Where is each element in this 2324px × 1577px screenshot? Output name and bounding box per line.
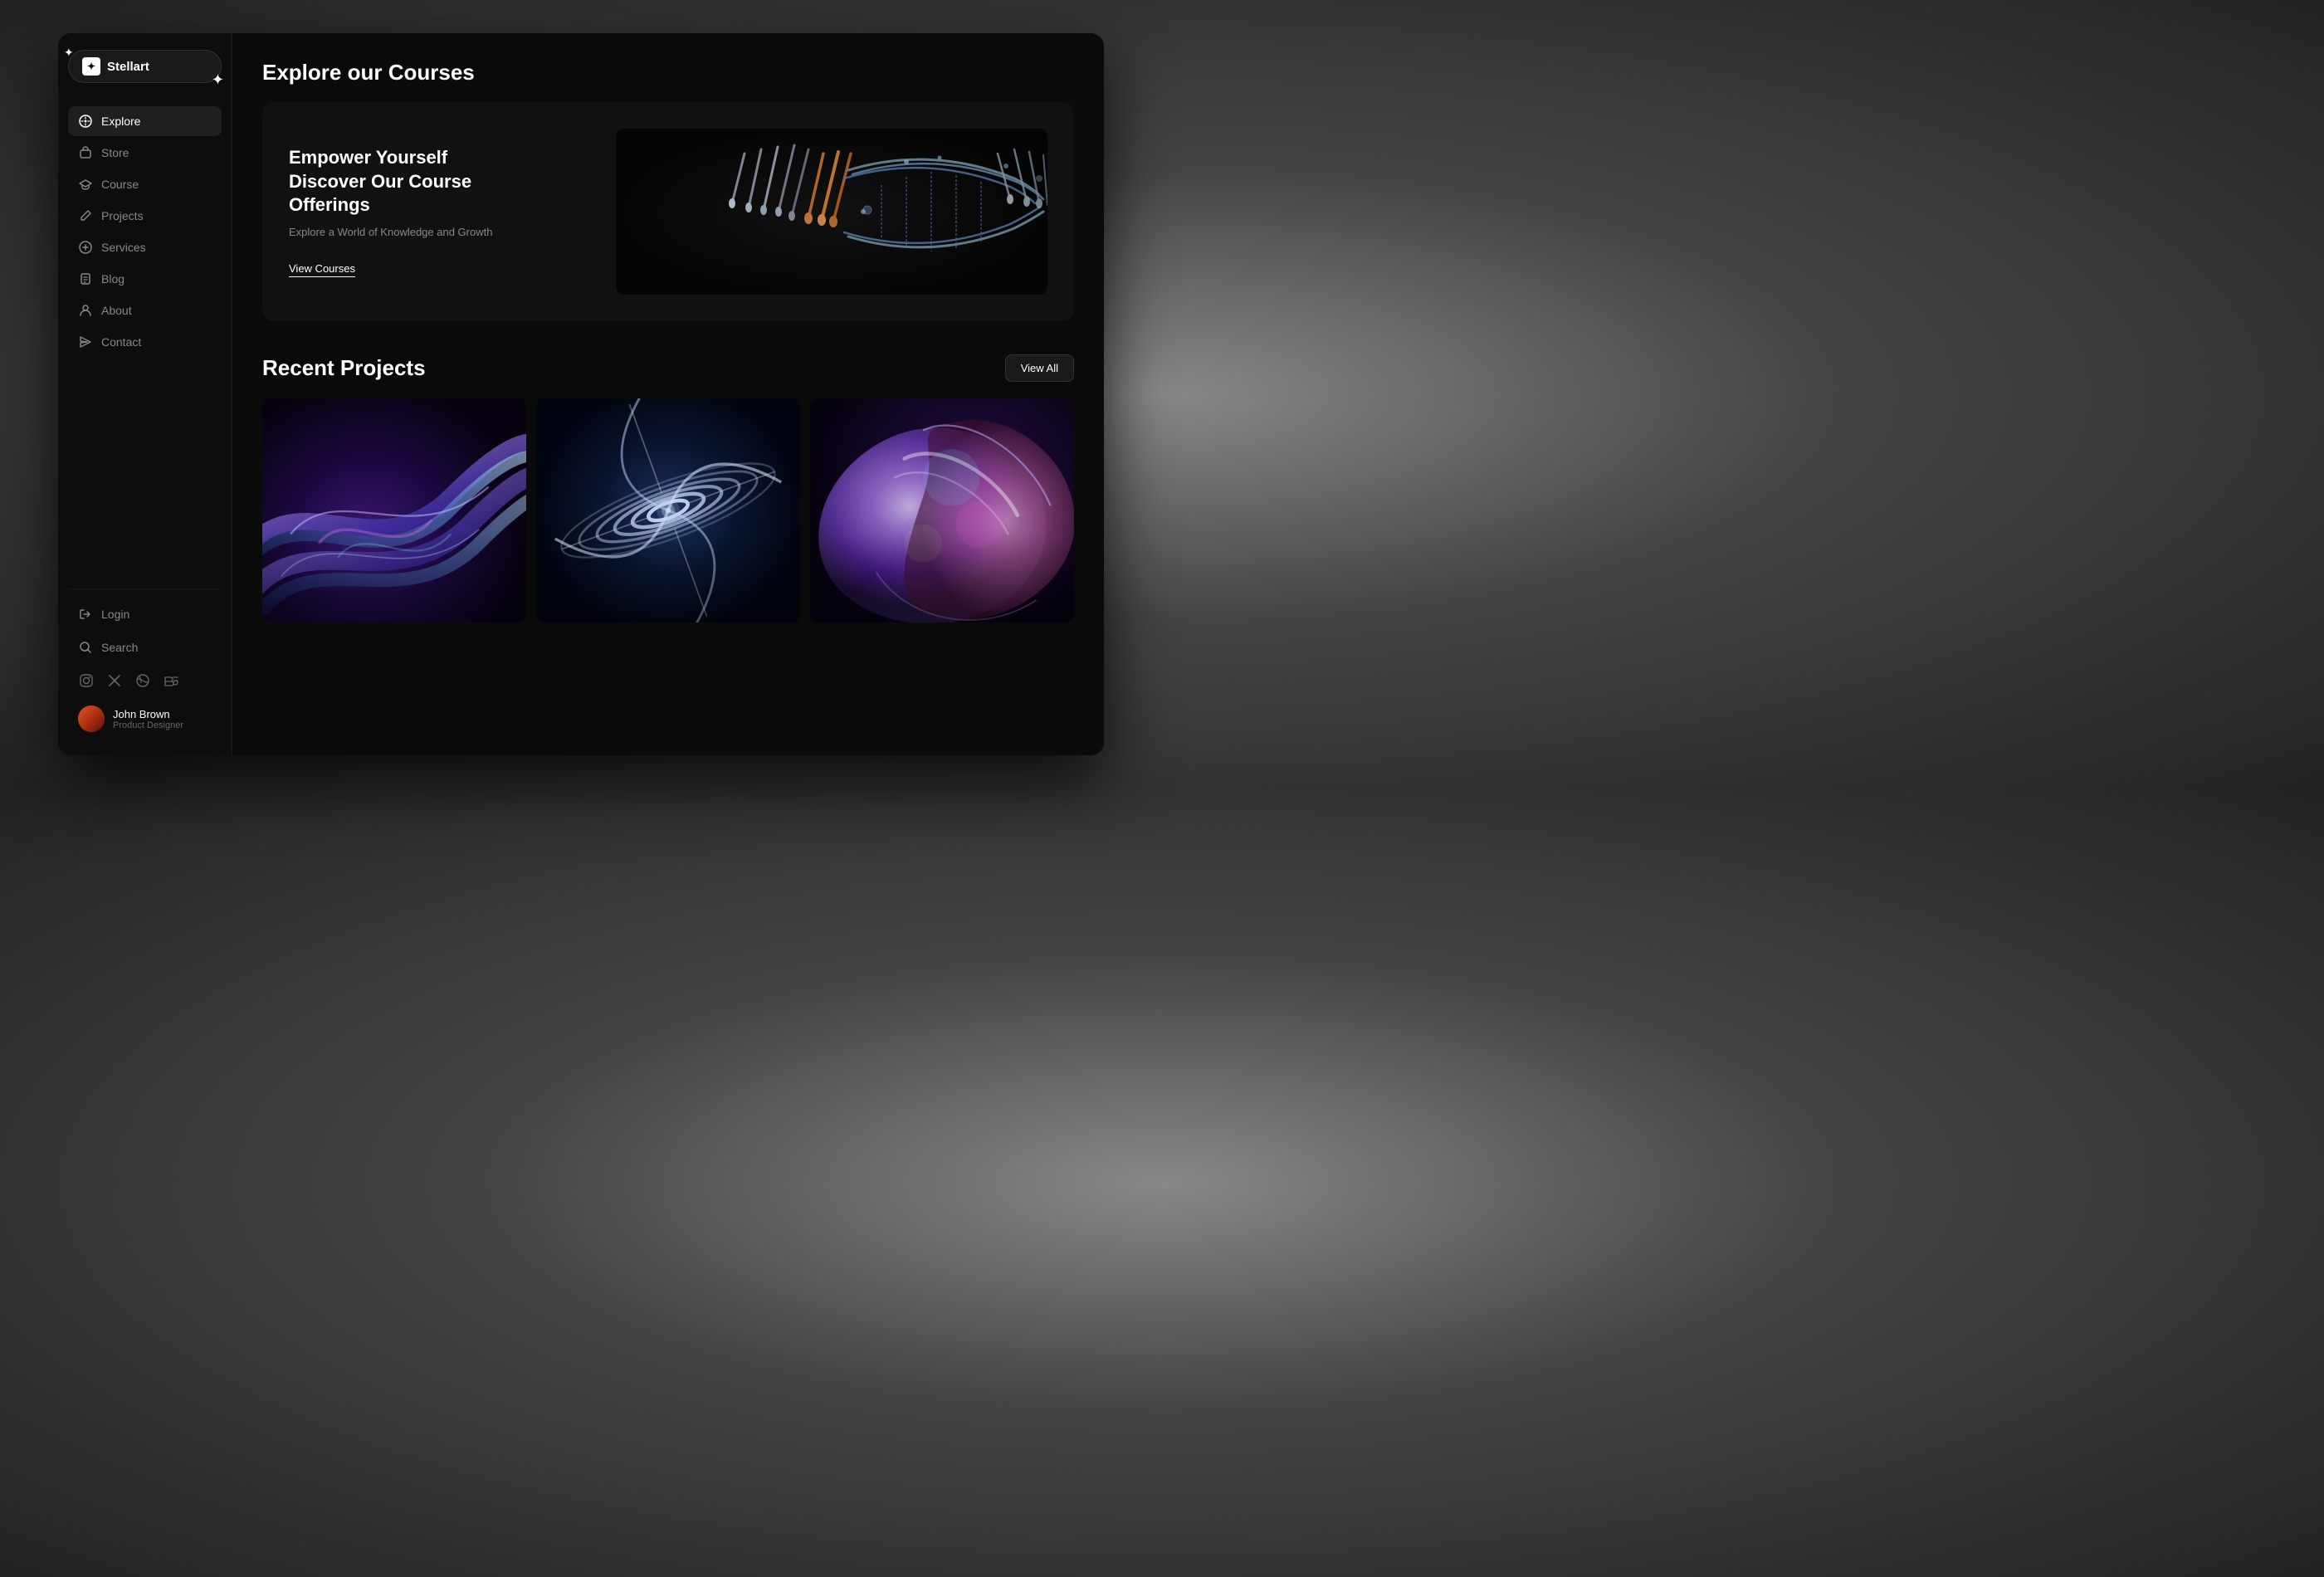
project-card-2[interactable] (536, 398, 800, 622)
sidebar-item-about-label: About (101, 304, 132, 317)
sidebar-item-projects[interactable]: Projects (68, 201, 222, 231)
sidebar: ✦ ✦ Stellart ✦ Explore (58, 33, 232, 755)
sidebar-item-contact-label: Contact (101, 335, 141, 349)
plus-circle-icon (78, 240, 93, 255)
sidebar-item-login-label: Login (101, 608, 129, 621)
nav-section: Explore Store Course (68, 106, 222, 588)
sidebar-item-store[interactable]: Store (68, 138, 222, 168)
sidebar-item-blog-label: Blog (101, 272, 124, 286)
document-icon (78, 271, 93, 286)
bag-icon (78, 145, 93, 160)
project-1-overlay (262, 398, 526, 622)
view-all-button[interactable]: View All (1005, 354, 1074, 382)
dna-visual-svg (616, 129, 1047, 295)
sidebar-item-course-label: Course (101, 178, 139, 191)
projects-section-title: Recent Projects (262, 355, 426, 381)
person-icon (78, 303, 93, 318)
project-card-3[interactable] (810, 398, 1074, 622)
pencil-icon (78, 208, 93, 223)
dribbble-icon[interactable] (134, 672, 151, 689)
sidebar-item-course[interactable]: Course (68, 169, 222, 199)
app-name: Stellart (107, 60, 149, 74)
user-name: John Brown (113, 708, 183, 720)
user-info: John Brown Product Designer (113, 708, 183, 730)
project-3-overlay (810, 398, 1074, 622)
sidebar-item-search[interactable]: Search (68, 632, 222, 662)
social-row (68, 666, 222, 696)
main-content: Explore our Courses Empower Yourself Dis… (232, 33, 1104, 755)
sidebar-item-login[interactable]: Login (68, 599, 222, 629)
sidebar-bottom: Login Search (68, 588, 222, 739)
sparkle-bottom-right-icon: ✦ (212, 71, 224, 89)
app-window: ✦ ✦ Stellart ✦ Explore (58, 33, 1104, 755)
sidebar-item-services[interactable]: Services (68, 232, 222, 262)
sidebar-item-explore[interactable]: Explore (68, 106, 222, 136)
behance-icon[interactable] (163, 672, 179, 689)
courses-section-title: Explore our Courses (262, 60, 1074, 85)
sidebar-item-blog[interactable]: Blog (68, 264, 222, 294)
graduation-icon (78, 177, 93, 192)
twitter-icon[interactable] (106, 672, 123, 689)
projects-section-header: Recent Projects View All (262, 354, 1074, 382)
sidebar-item-contact[interactable]: Contact (68, 327, 222, 357)
view-courses-button[interactable]: View Courses (289, 262, 355, 277)
project-2-overlay (536, 398, 800, 622)
hero-text: Empower Yourself Discover Our Course Off… (289, 146, 505, 277)
sidebar-item-explore-label: Explore (101, 115, 140, 128)
user-profile-row[interactable]: John Brown Product Designer (68, 699, 222, 739)
logo-button[interactable]: ✦ ✦ Stellart ✦ (68, 50, 222, 83)
avatar (78, 706, 105, 732)
project-card-1[interactable] (262, 398, 526, 622)
logo-icon: ✦ (82, 57, 100, 76)
hero-title: Empower Yourself Discover Our Course Off… (289, 146, 505, 217)
sidebar-item-search-label: Search (101, 641, 138, 654)
send-icon (78, 334, 93, 349)
sparkle-top-left-icon: ✦ (64, 46, 74, 60)
login-icon (78, 607, 93, 622)
instagram-icon[interactable] (78, 672, 95, 689)
sidebar-item-about[interactable]: About (68, 295, 222, 325)
hero-subtitle: Explore a World of Knowledge and Growth (289, 226, 505, 238)
compass-icon (78, 114, 93, 129)
projects-grid (262, 398, 1074, 622)
user-role: Product Designer (113, 720, 183, 730)
sidebar-item-projects-label: Projects (101, 209, 144, 222)
sidebar-item-services-label: Services (101, 241, 146, 254)
hero-visual (616, 129, 1047, 295)
sidebar-item-store-label: Store (101, 146, 129, 159)
search-icon (78, 640, 93, 655)
hero-card: Empower Yourself Discover Our Course Off… (262, 102, 1074, 321)
